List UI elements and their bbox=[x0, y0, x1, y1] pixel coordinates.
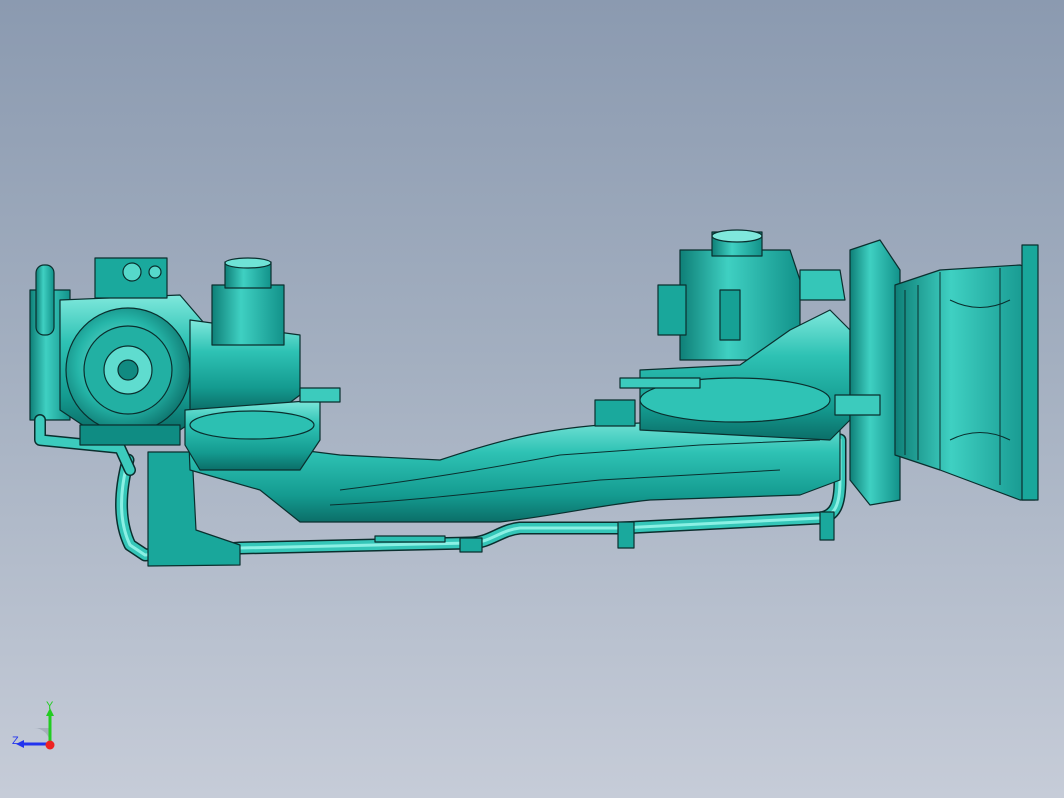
left-motor-cap bbox=[211, 284, 285, 346]
axle-assembly-model[interactable] bbox=[0, 0, 1064, 798]
right-knuckle bbox=[849, 239, 901, 506]
view-orientation-triad bbox=[16, 708, 55, 750]
axis-z-label: Z bbox=[12, 735, 19, 747]
right-hub-drum bbox=[894, 264, 1036, 501]
axis-y-label: Y bbox=[46, 700, 54, 712]
right-hub-flange bbox=[1021, 244, 1039, 501]
cad-viewport[interactable]: Y Z bbox=[0, 0, 1064, 798]
